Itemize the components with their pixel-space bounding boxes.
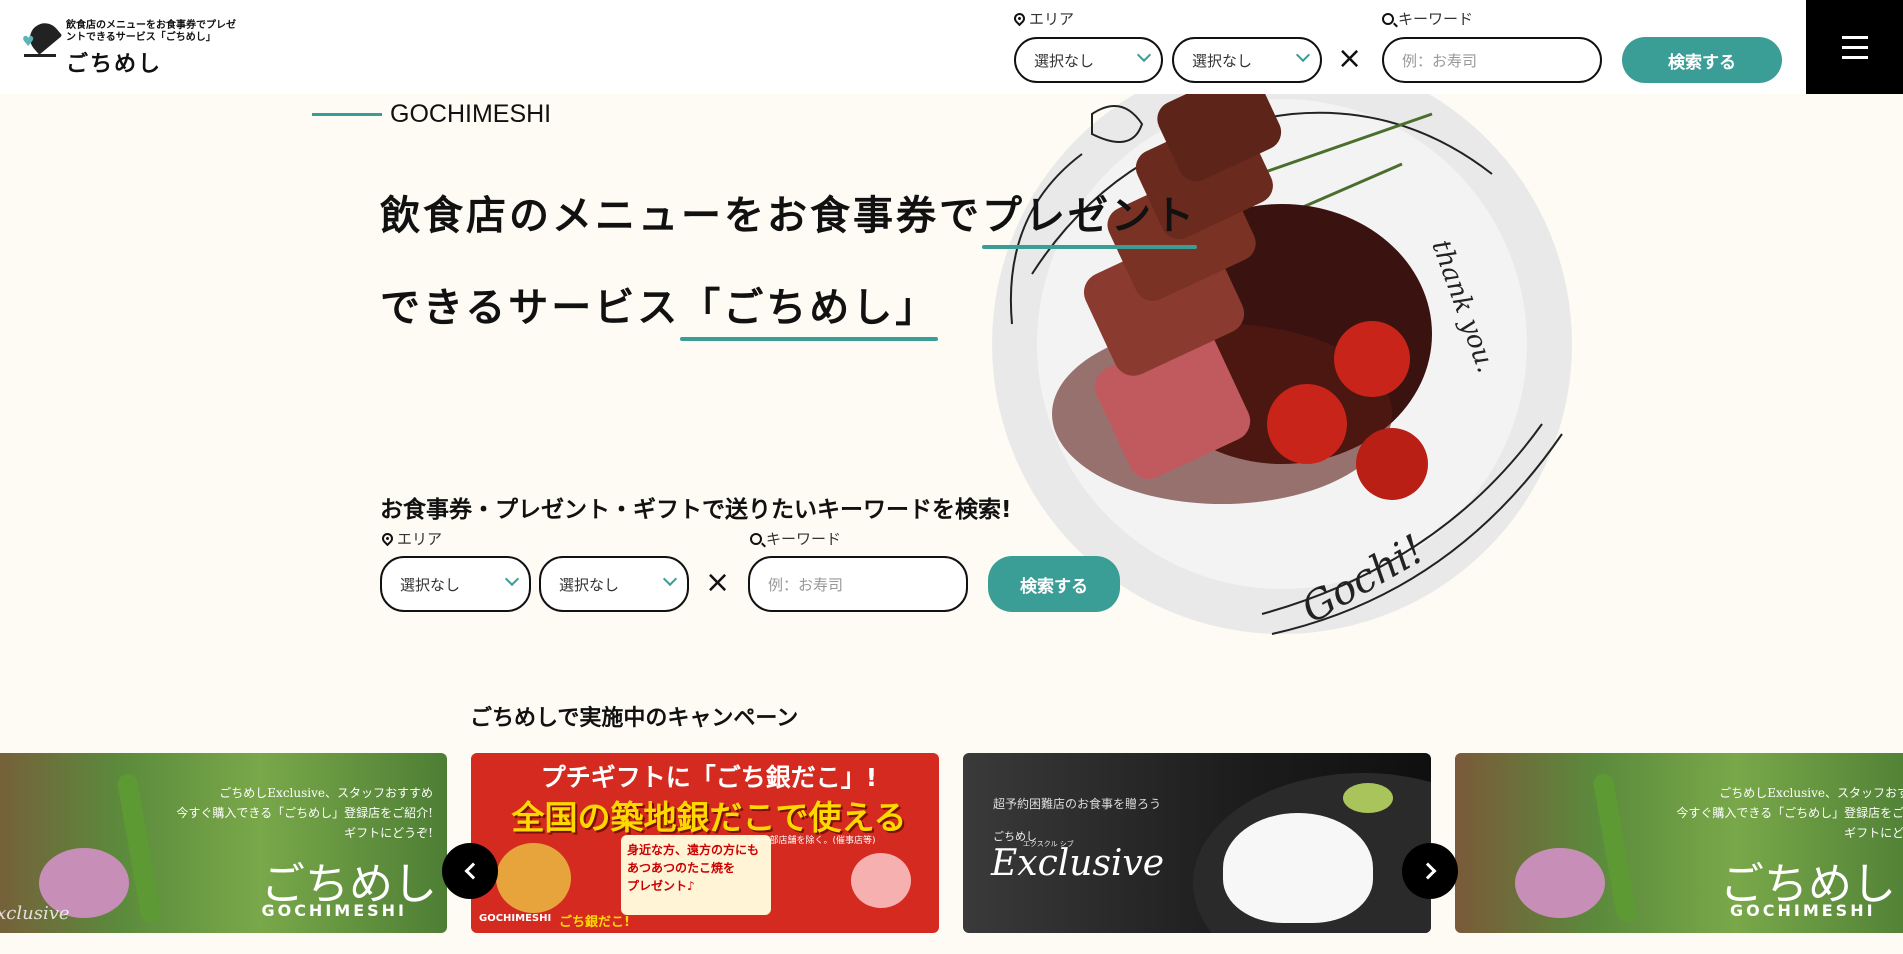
logo-tagline: 飲食店のメニューをお食事券でプレゼントできるサービス「ごちめし」 xyxy=(66,20,236,43)
logo-name: ごちめし xyxy=(66,52,163,77)
arrow-right-icon xyxy=(1419,862,1436,880)
search-icon xyxy=(750,532,762,545)
search-button[interactable]: 検索する xyxy=(988,556,1120,612)
campaign-card-gindako[interactable]: プチギフトに「ごち銀だこ」! 全国の築地銀だこで使える 身近な方、遠方の方にも … xyxy=(471,753,939,933)
chevron-down-icon xyxy=(1295,47,1311,63)
chevron-down-icon xyxy=(504,571,520,587)
arrow-left-icon xyxy=(464,862,481,880)
campaign-card-exclusive-left[interactable]: ごちめしExclusive、スタッフおすすめ 今すぐ購入できる「ごちめし」登録店… xyxy=(0,753,447,933)
header-search-button[interactable]: 検索する xyxy=(1622,37,1782,83)
hero-title: 飲食店のメニューをお食事券でプレゼント できるサービス「ごちめし」 xyxy=(380,193,1197,331)
search-area-label: エリア xyxy=(379,528,442,549)
chevron-down-icon xyxy=(662,571,678,587)
pig-character-image xyxy=(851,853,911,908)
carousel-next-button[interactable] xyxy=(1402,843,1458,899)
carousel-prev-button[interactable] xyxy=(442,843,498,899)
hero-title-highlight-present: プレゼント xyxy=(982,193,1197,239)
header-area-label: エリア xyxy=(1011,8,1074,29)
search-area-select-prefecture[interactable]: 選択なし xyxy=(380,556,531,612)
header-keyword-label: キーワード xyxy=(1382,8,1473,29)
header-area-select-city[interactable]: 選択なし xyxy=(1172,37,1322,83)
site-header: ♥ 飲食店のメニューをお食事券でプレゼントできるサービス「ごちめし」 ごちめし … xyxy=(0,0,1903,94)
header-area-select-prefecture[interactable]: 選択なし xyxy=(1014,37,1163,83)
location-pin-icon xyxy=(379,530,396,547)
campaign-card-exclusive-right[interactable]: ごちめしExclusive、スタッフおすすめ 今すぐ購入できる「ごちめし」登録店… xyxy=(1455,753,1903,933)
search-clear-button[interactable]: × xyxy=(705,568,730,598)
hero-title-highlight-gochimeshi: 「ごちめし」 xyxy=(680,285,939,331)
hero-eyebrow: GOCHIMESHI xyxy=(312,100,551,129)
location-pin-icon xyxy=(1011,10,1028,27)
search-icon xyxy=(1382,12,1394,25)
dessert-image xyxy=(1223,813,1373,923)
search-keyword-label: キーワード xyxy=(750,528,841,549)
search-heading: お食事券・プレゼント・ギフトで送りたいキーワードを検索! xyxy=(380,497,1012,523)
hamburger-menu-icon xyxy=(1841,35,1868,39)
campaign-card-exclusive-dessert[interactable]: 超予約困難店のお食事を贈ろう ごちめし エクスクル シブ Exclusive xyxy=(963,753,1431,933)
hamburger-menu-button[interactable] xyxy=(1806,0,1903,94)
search-area-select-city[interactable]: 選択なし xyxy=(539,556,689,612)
header-clear-button[interactable]: × xyxy=(1337,44,1362,74)
campaign-section-title: ごちめしで実施中のキャンペーン xyxy=(470,706,799,731)
chevron-down-icon xyxy=(1136,47,1152,63)
cloche-logo-icon: ♥ xyxy=(20,17,63,70)
octopus-character-image xyxy=(496,843,571,913)
header-keyword-input[interactable]: 例：お寿司 xyxy=(1382,37,1602,83)
search-keyword-input[interactable]: 例：お寿司 xyxy=(748,556,968,612)
site-logo[interactable]: ♥ 飲食店のメニューをお食事券でプレゼントできるサービス「ごちめし」 ごちめし xyxy=(20,17,236,78)
